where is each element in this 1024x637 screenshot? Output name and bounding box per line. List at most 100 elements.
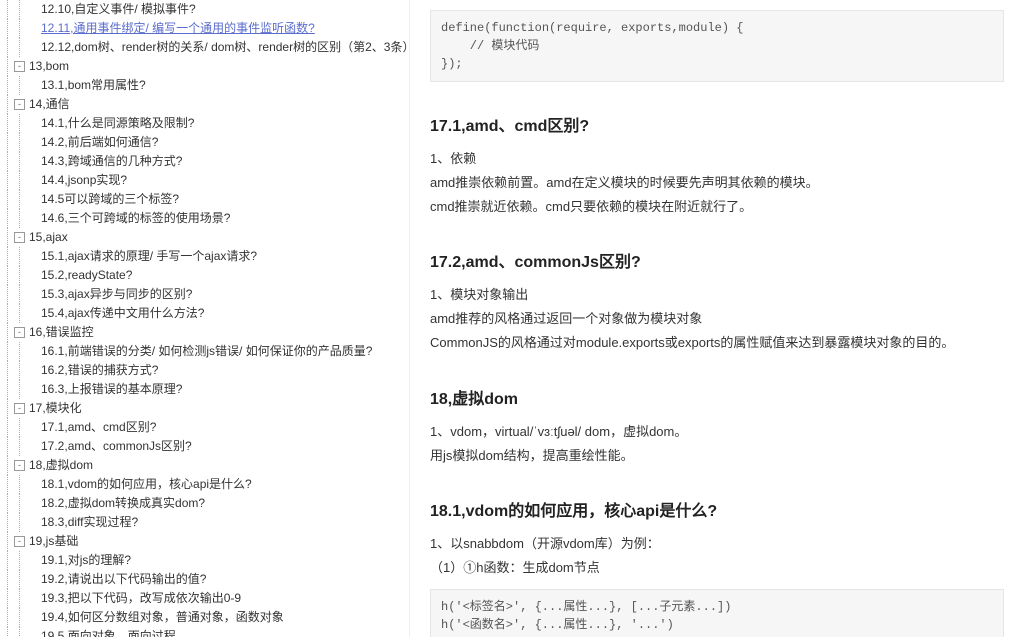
outline-section[interactable]: -14,通信 <box>2 95 405 114</box>
tree-guide <box>14 190 26 209</box>
outline-section[interactable]: -18,虚拟dom <box>2 456 405 475</box>
outline-item[interactable]: 12.12,dom树、render树的关系/ dom树、render树的区别（第… <box>2 38 405 57</box>
tree-guide <box>2 0 14 19</box>
outline-label: 15.4,ajax传递中文用什么方法? <box>41 304 204 323</box>
outline-item[interactable]: 12.11,通用事件绑定/ 编写一个通用的事件监听函数? <box>2 19 405 38</box>
outline-item[interactable]: 18.1,vdom的如何应用，核心api是什么? <box>2 475 405 494</box>
outline-label: 12.12,dom树、render树的关系/ dom树、render树的区别（第… <box>41 38 410 57</box>
heading-18: 18,虚拟dom <box>430 385 1004 409</box>
outline-item[interactable]: 12.10,自定义事件/ 模拟事件? <box>2 0 405 19</box>
outline-label: 16.2,错误的捕获方式? <box>41 361 158 380</box>
outline-item[interactable]: 19.3,把以下代码，改写成依次输出0-9 <box>2 589 405 608</box>
outline-label: 14.5可以跨域的三个标签? <box>41 190 179 209</box>
outline-item[interactable]: 14.5可以跨域的三个标签? <box>2 190 405 209</box>
tree-guide <box>2 513 14 532</box>
outline-item[interactable]: 19.5,面向对象、面向过程 <box>2 627 405 637</box>
tree-guide <box>2 171 14 190</box>
outline-label: 19.5,面向对象、面向过程 <box>41 627 176 637</box>
collapse-icon[interactable]: - <box>14 61 25 72</box>
tree-guide <box>14 171 26 190</box>
tree-guide <box>2 95 14 114</box>
outline-section[interactable]: -16,错误监控 <box>2 323 405 342</box>
outline-item[interactable]: 16.1,前端错误的分类/ 如何检测js错误/ 如何保证你的产品质量? <box>2 342 405 361</box>
outline-section[interactable]: -13,bom <box>2 57 405 76</box>
outline-label: 14.3,跨域通信的几种方式? <box>41 152 182 171</box>
code-block: define(function(require, exports,module)… <box>430 10 1004 82</box>
outline-item[interactable]: 19.4,如何区分数组对象，普通对象，函数对象 <box>2 608 405 627</box>
outline-item[interactable]: 15.2,readyState? <box>2 266 405 285</box>
tree-guide <box>14 114 26 133</box>
tree-guide <box>14 342 26 361</box>
content-area[interactable]: define(function(require, exports,module)… <box>410 0 1024 637</box>
tree-guide <box>14 608 26 627</box>
outline-item[interactable]: 15.3,ajax异步与同步的区别? <box>2 285 405 304</box>
collapse-icon[interactable]: - <box>14 232 25 243</box>
outline-item[interactable]: 15.4,ajax传递中文用什么方法? <box>2 304 405 323</box>
tree-guide <box>2 323 14 342</box>
outline-section[interactable]: -15,ajax <box>2 228 405 247</box>
tree-guide <box>14 380 26 399</box>
tree-guide <box>2 570 14 589</box>
tree-guide <box>2 589 14 608</box>
tree-guide <box>2 57 14 76</box>
outline-item[interactable]: 14.3,跨域通信的几种方式? <box>2 152 405 171</box>
outline-label: 18.3,diff实现过程? <box>41 513 138 532</box>
outline-item[interactable]: 17.1,amd、cmd区别? <box>2 418 405 437</box>
tree-guide <box>2 532 14 551</box>
outline-item[interactable]: 15.1,ajax请求的原理/ 手写一个ajax请求? <box>2 247 405 266</box>
outline-item[interactable]: 14.1,什么是同源策略及限制? <box>2 114 405 133</box>
outline-label: 19.2,请说出以下代码输出的值? <box>41 570 206 589</box>
outline-label: 13,bom <box>29 57 69 76</box>
paragraph: 1、依赖 <box>430 148 1004 170</box>
paragraph: 1、vdom，virtual/ˈvɜːtʃuəl/ dom，虚拟dom。 <box>430 421 1004 443</box>
outline-section[interactable]: -17,模块化 <box>2 399 405 418</box>
tree-guide <box>2 19 14 38</box>
tree-guide <box>14 152 26 171</box>
tree-guide <box>2 551 14 570</box>
outline-label: 17.1,amd、cmd区别? <box>41 418 156 437</box>
outline-item[interactable]: 16.3,上报错误的基本原理? <box>2 380 405 399</box>
paragraph: 1、以snabbdom（开源vdom库）为例： <box>430 533 1004 555</box>
tree-guide <box>14 627 26 637</box>
outline-label: 13.1,bom常用属性? <box>41 76 146 95</box>
outline-item[interactable]: 18.2,虚拟dom转换成真实dom? <box>2 494 405 513</box>
tree-guide <box>2 361 14 380</box>
collapse-icon[interactable]: - <box>14 536 25 547</box>
tree-guide <box>2 456 14 475</box>
tree-guide <box>2 285 14 304</box>
outline-label: 18.1,vdom的如何应用，核心api是什么? <box>41 475 252 494</box>
outline-label: 15.2,readyState? <box>41 266 132 285</box>
tree-guide <box>14 475 26 494</box>
collapse-icon[interactable]: - <box>14 99 25 110</box>
tree-guide <box>14 133 26 152</box>
outline-item[interactable]: 19.1,对js的理解? <box>2 551 405 570</box>
outline-sidebar[interactable]: 12.10,自定义事件/ 模拟事件?12.11,通用事件绑定/ 编写一个通用的事… <box>0 0 410 637</box>
heading-17-2: 17.2,amd、commonJs区别? <box>430 248 1004 272</box>
outline-item[interactable]: 18.3,diff实现过程? <box>2 513 405 532</box>
tree-guide <box>2 494 14 513</box>
outline-item[interactable]: 17.2,amd、commonJs区别? <box>2 437 405 456</box>
outline-item[interactable]: 16.2,错误的捕获方式? <box>2 361 405 380</box>
collapse-icon[interactable]: - <box>14 327 25 338</box>
outline-label: 19.1,对js的理解? <box>41 551 131 570</box>
outline-label: 12.11,通用事件绑定/ 编写一个通用的事件监听函数? <box>41 19 315 38</box>
outline-item[interactable]: 14.6,三个可跨域的标签的使用场景? <box>2 209 405 228</box>
collapse-icon[interactable]: - <box>14 460 25 471</box>
outline-label: 16.3,上报错误的基本原理? <box>41 380 182 399</box>
outline-item[interactable]: 13.1,bom常用属性? <box>2 76 405 95</box>
outline-item[interactable]: 14.2,前后端如何通信? <box>2 133 405 152</box>
tree-guide <box>2 304 14 323</box>
tree-guide <box>14 570 26 589</box>
collapse-icon[interactable]: - <box>14 403 25 414</box>
outline-label: 18,虚拟dom <box>29 456 93 475</box>
outline-label: 14,通信 <box>29 95 70 114</box>
outline-label: 14.1,什么是同源策略及限制? <box>41 114 194 133</box>
outline-section[interactable]: -19,js基础 <box>2 532 405 551</box>
tree-guide <box>2 342 14 361</box>
paragraph: cmd推崇就近依赖。cmd只要依赖的模块在附近就行了。 <box>430 196 1004 218</box>
outline-item[interactable]: 19.2,请说出以下代码输出的值? <box>2 570 405 589</box>
tree-guide <box>2 608 14 627</box>
outline-item[interactable]: 14.4,jsonp实现? <box>2 171 405 190</box>
tree-guide <box>14 437 26 456</box>
tree-guide <box>2 228 14 247</box>
